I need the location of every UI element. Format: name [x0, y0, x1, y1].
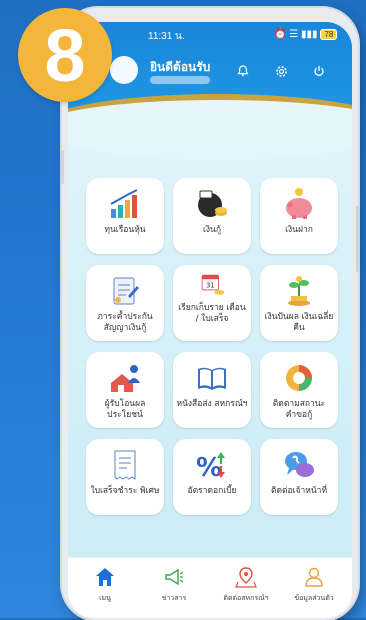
menu-label: ใบเสร็จชำระ พิเศษ [90, 486, 160, 496]
loan-money-bag-icon [198, 190, 227, 217]
contact-chat-icon [285, 452, 314, 477]
menu-label: ผู้รับโอนผล ประโยชน์ [104, 399, 146, 420]
nav-item-profile[interactable]: ข้อมูลส่วนตัว [280, 566, 348, 604]
nav-label: ข้อมูลส่วนตัว [294, 594, 334, 602]
status-tracking-icon [286, 365, 312, 391]
menu-label: หนังสือส่ง สหกรณ์ฯ [176, 399, 248, 409]
menu-label: ติดตามสถานะ คำขอกู้ [272, 399, 326, 420]
menu-tile-monthly-billing[interactable]: 31 เรียกเก็บราย เดือน / ใบเสร็จ [173, 265, 251, 341]
phone-side-button [60, 150, 64, 184]
welcome-text: ยินดีต้อนรับ [150, 60, 211, 74]
growth-chart-icon [110, 189, 138, 218]
status-time: 11:31 น. [148, 31, 185, 42]
avatar[interactable] [110, 56, 138, 84]
menu-label: เรียกเก็บราย เดือน / ใบเสร็จ [178, 303, 246, 324]
dividend-plant-icon [288, 276, 310, 306]
status-icons: ⏰ ☰ ▮▮▮ 78 [274, 29, 338, 40]
menu-tile-share-capital[interactable]: ทุนเรือนหุ้น [86, 178, 164, 254]
guarantee-contract-icon [113, 277, 139, 305]
piggy-bank-icon [286, 188, 312, 219]
bell-icon[interactable] [236, 64, 250, 78]
menu-tile-special-receipt[interactable]: ใบเสร็จชำระ พิเศษ [86, 439, 164, 515]
menu-label: อัตราดอกเบี้ย [187, 486, 237, 496]
menu-tile-deposit[interactable]: เงินฝาก [260, 178, 338, 254]
menu-tile-loan-status[interactable]: ติดตามสถานะ คำขอกู้ [260, 352, 338, 428]
nav-label: ข่าวสาร [161, 594, 187, 602]
open-book-icon [198, 367, 226, 390]
home-icon [96, 568, 114, 586]
menu-label: เงินปันผล เงินเฉลี่ยคืน [264, 312, 334, 333]
step-number-badge: 8 [18, 8, 112, 102]
person-icon [305, 567, 323, 587]
bottom-navigation: เมนู ข่าวสาร ติดต่อสหกรณ์ฯ ข้อมูลส่วนตัว [68, 557, 352, 618]
nav-item-contact-coop[interactable]: ติดต่อสหกรณ์ฯ [212, 566, 280, 604]
monthly-billing-icon: 31 [201, 274, 225, 295]
nav-label: เมนู [99, 594, 111, 602]
menu-label: ภาระค้ำประกัน สัญญาเงินกู้ [97, 312, 153, 333]
power-icon[interactable] [312, 64, 326, 78]
menu-tile-interest-rate[interactable]: % อัตราดอกเบี้ย [173, 439, 251, 515]
nav-label: ติดต่อสหกรณ์ฯ [223, 594, 269, 602]
nav-item-menu[interactable]: เมนู [71, 566, 139, 604]
menu-tile-guarantee[interactable]: ภาระค้ำประกัน สัญญาเงินกู้ [86, 265, 164, 341]
menu-tile-dividend[interactable]: เงินปันผล เงินเฉลี่ยคืน [260, 265, 338, 341]
menu-label: ทุนเรือนหุ้น [104, 225, 146, 235]
header-gold-divider [68, 94, 352, 160]
menu-label: ติดต่อเจ้าหน้าที่ [270, 486, 328, 496]
battery-level: 78 [320, 29, 338, 40]
map-pin-icon [235, 567, 257, 588]
menu-tile-documents[interactable]: หนังสือส่ง สหกรณ์ฯ [173, 352, 251, 428]
svg-text:31: 31 [206, 281, 214, 289]
receipt-icon [114, 450, 136, 480]
nav-item-news[interactable]: ข่าวสาร [140, 566, 208, 604]
megaphone-icon [165, 568, 184, 586]
menu-tile-contact-staff[interactable]: ติดต่อเจ้าหน้าที่ [260, 439, 338, 515]
menu-label: เงินกู้ [202, 225, 221, 235]
gear-icon[interactable] [274, 64, 288, 78]
user-name-placeholder [150, 76, 210, 84]
beneficiary-icon [111, 365, 140, 392]
interest-rate-icon: % [196, 452, 225, 482]
menu-label: เงินฝาก [285, 225, 313, 235]
menu-tile-loan[interactable]: เงินกู้ [173, 178, 251, 254]
menu-tile-beneficiary[interactable]: ผู้รับโอนผล ประโยชน์ [86, 352, 164, 428]
app-screen: 11:31 น. ⏰ ☰ ▮▮▮ 78 ยินดีต้อนรับ ทุนเรือน… [68, 22, 352, 618]
phone-side-button [356, 206, 360, 272]
